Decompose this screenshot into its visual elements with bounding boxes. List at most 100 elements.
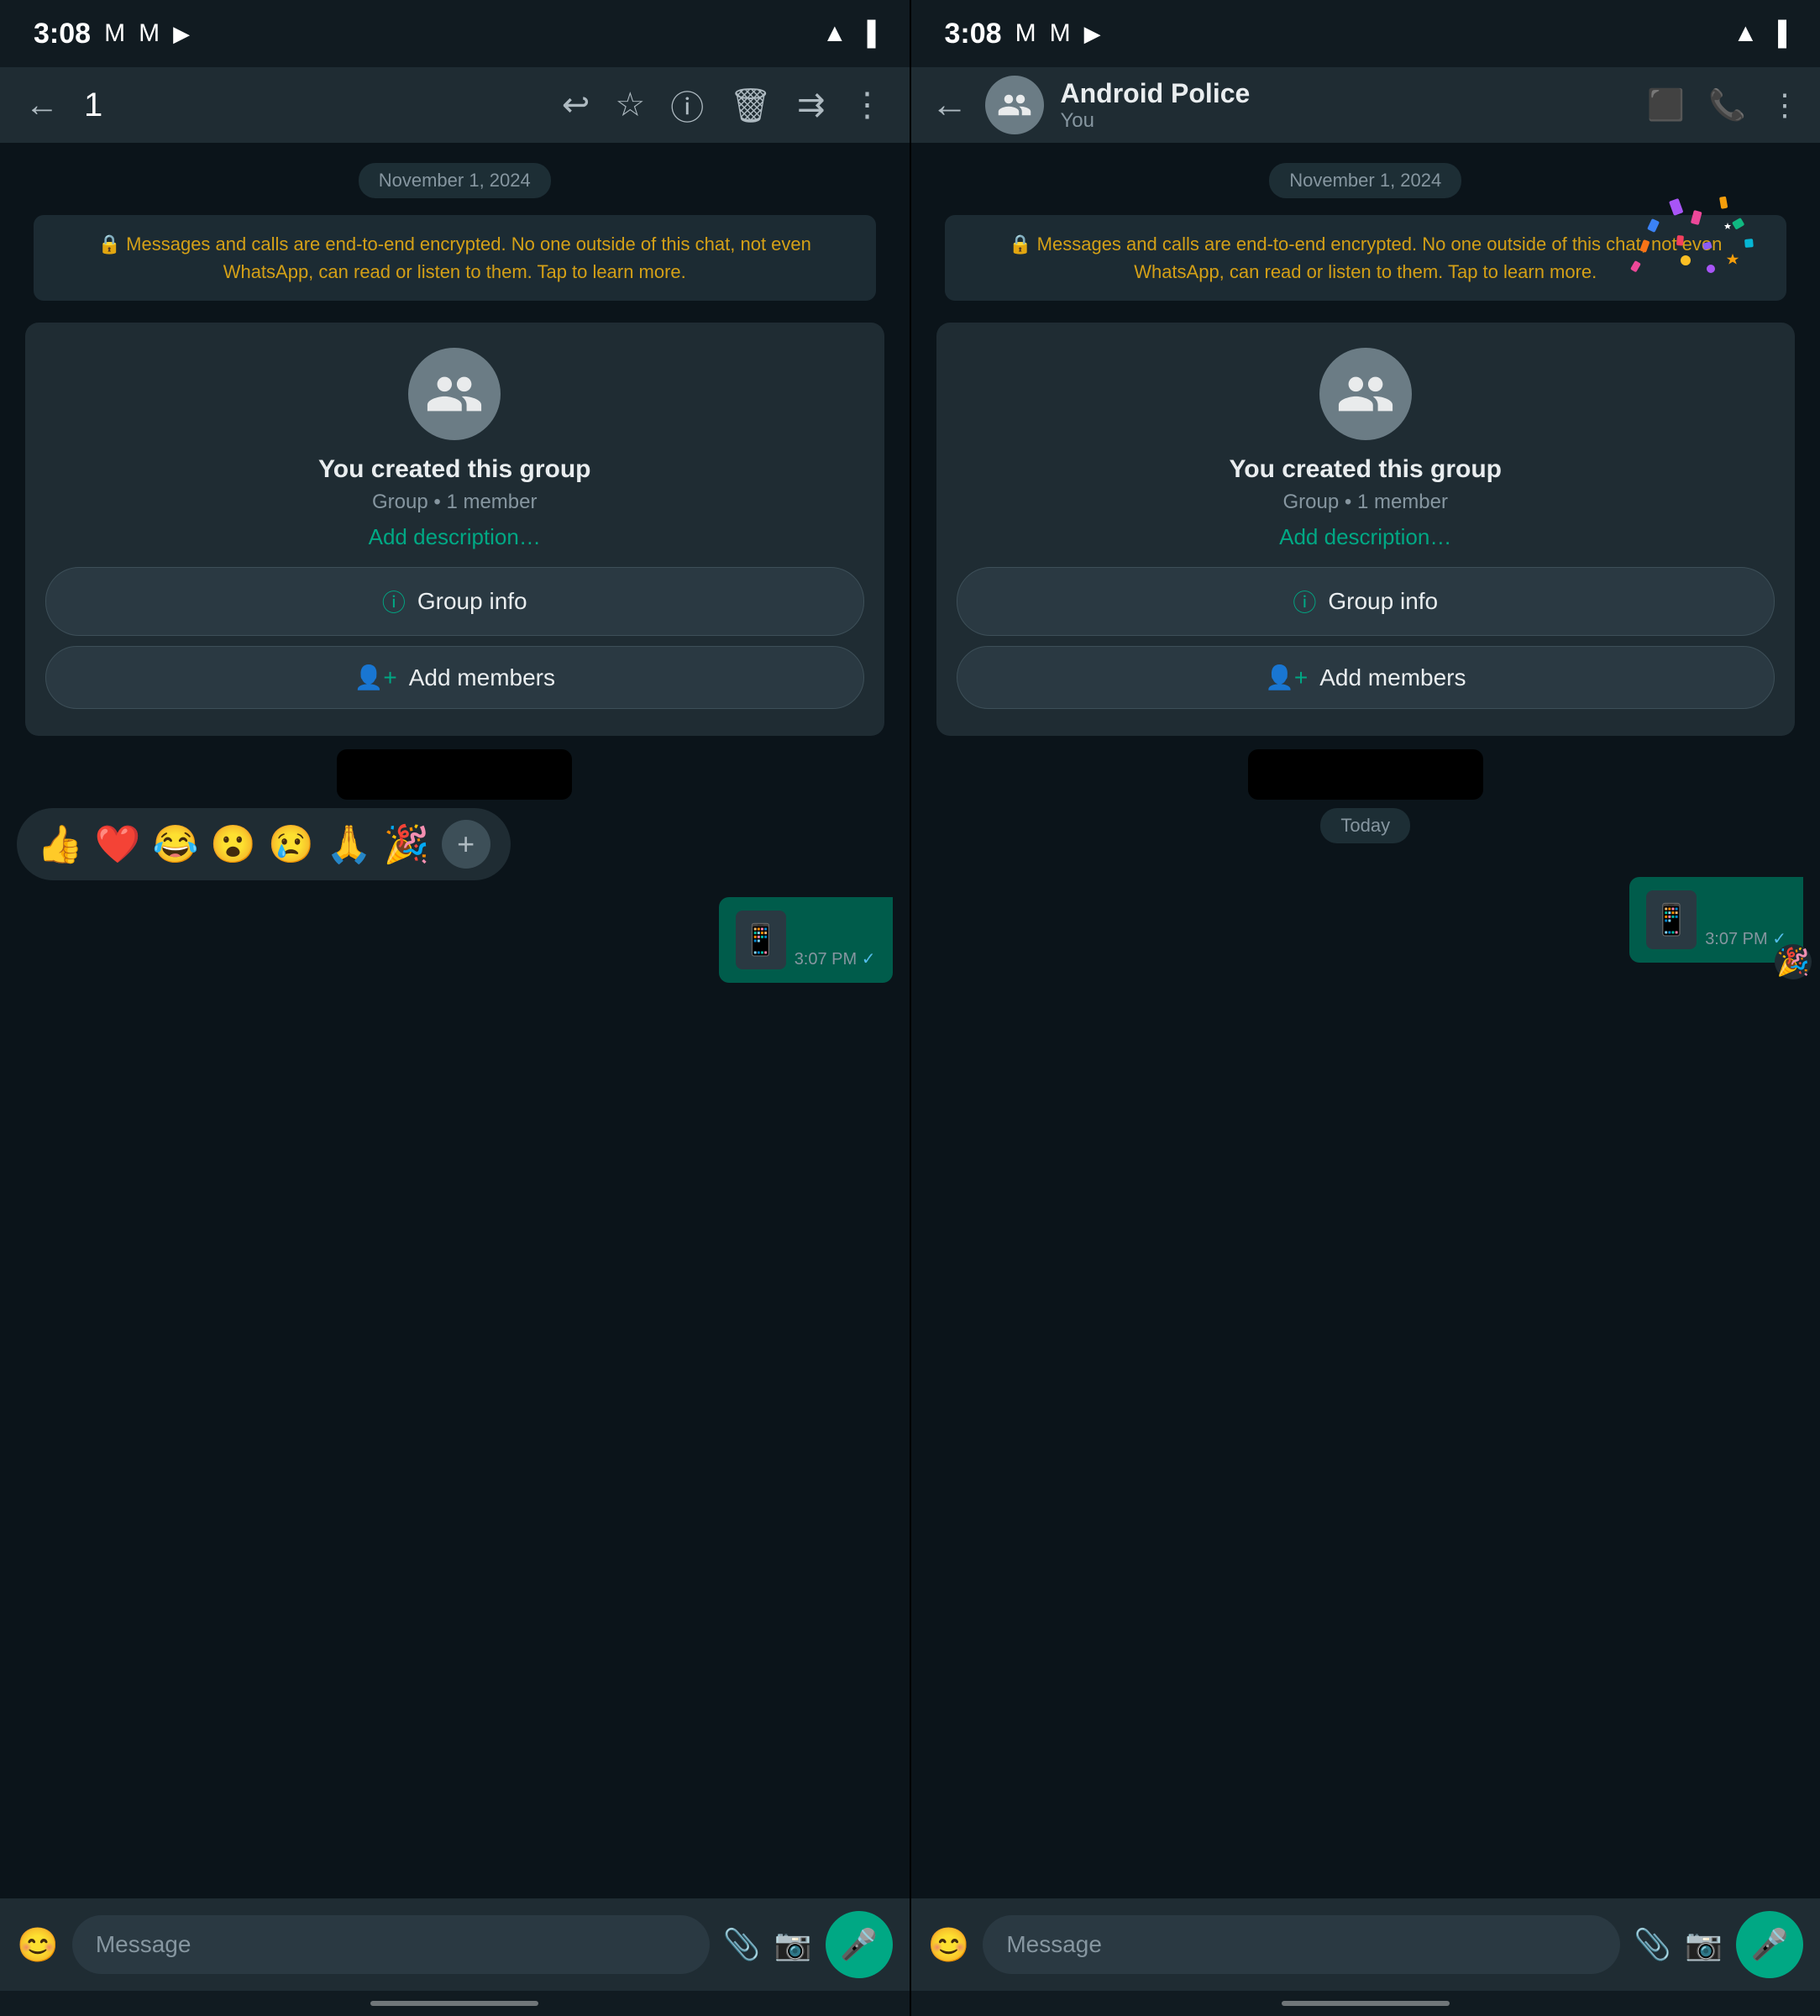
more-icon[interactable]: ⋮ — [851, 86, 884, 124]
emoji-heart[interactable]: ❤️ — [95, 822, 141, 866]
chat-info-right[interactable]: Android Police You — [1061, 78, 1631, 133]
group-avatar-left — [408, 348, 501, 440]
group-created-text-right: You created this group — [1230, 455, 1502, 484]
emoji-sad[interactable]: 😢 — [268, 822, 314, 866]
sent-message-container-left: 📱 3:07 PM ✓ — [0, 889, 910, 991]
add-members-icon-right: 👤+ — [1265, 664, 1308, 691]
message-thumbnail-right: 📱 — [1646, 890, 1697, 949]
video-call-icon[interactable]: ⬛ — [1647, 87, 1685, 123]
emoji-thumbsup[interactable]: 👍 — [37, 822, 83, 866]
group-info-icon-left: ⓘ — [382, 585, 406, 618]
group-card-left: You created this group Group • 1 member … — [25, 323, 884, 736]
mic-button-right[interactable]: 🎤 — [1736, 1911, 1803, 1978]
chat-sub-right: You — [1061, 109, 1631, 133]
add-members-button-right[interactable]: 👤+ Add members — [957, 646, 1775, 709]
delete-icon[interactable]: 🗑 — [729, 86, 772, 125]
youtube-icon-left: ▶ — [173, 21, 190, 47]
chat-background-right: November 1, 2024 🔒 Messages and calls ar… — [911, 143, 1820, 1898]
emoji-wow[interactable]: 😮 — [210, 822, 256, 866]
emoji-button-right[interactable]: 😊 — [928, 1925, 970, 1965]
sent-message-container-right: 📱 3:07 PM ✓ 🎉 — [911, 869, 1820, 971]
left-panel: 3:08 M M ▶ ▲ ▐ ← 1 ↩ ☆ ⓘ 🗑 ⇉ ⋮ November … — [0, 0, 910, 2016]
info-icon[interactable]: ⓘ — [670, 81, 704, 129]
back-button[interactable]: ← — [25, 87, 59, 124]
battery-icon-right: ▐ — [1770, 20, 1786, 47]
mail2-icon-right: M — [1050, 19, 1071, 48]
message-time-left: 3:07 PM ✓ — [795, 948, 876, 969]
emoji-pray[interactable]: 🙏 — [326, 822, 372, 866]
youtube-icon-right: ▶ — [1084, 21, 1101, 47]
group-info-icon-right: ⓘ — [1293, 585, 1316, 618]
status-time-left: 3:08 — [34, 18, 91, 50]
reply-icon[interactable]: ↩ — [562, 86, 590, 124]
redacted-message-right — [1248, 749, 1483, 800]
emoji-more-button[interactable]: + — [442, 820, 490, 869]
mic-button-left[interactable]: 🎤 — [826, 1911, 893, 1978]
message-wrapper-left — [0, 749, 910, 800]
group-info-label-left: Group info — [417, 588, 527, 615]
lock-icon-left: 🔒 — [98, 234, 121, 255]
voice-call-icon[interactable]: 📞 — [1708, 87, 1746, 123]
camera-button-right[interactable]: 📷 — [1685, 1927, 1723, 1962]
add-description-left[interactable]: Add description… — [369, 524, 541, 550]
status-bar-left: 3:08 M M ▶ ▲ ▐ — [0, 0, 910, 67]
home-bar-right — [1282, 2001, 1450, 2006]
forward-icon[interactable]: ⇉ — [797, 86, 826, 124]
chat-bar-right: ← Android Police You ⬛ 📞 ⋮ — [911, 67, 1820, 143]
group-avatar-right — [1319, 348, 1412, 440]
add-description-right[interactable]: Add description… — [1279, 524, 1451, 550]
group-info-button-right[interactable]: ⓘ Group info — [957, 567, 1775, 636]
message-wrapper-right — [911, 749, 1820, 800]
chat-bar-icons-right: ⬛ 📞 ⋮ — [1647, 87, 1800, 123]
group-card-right: You created this group Group • 1 member … — [936, 323, 1796, 736]
star-icon[interactable]: ☆ — [615, 86, 645, 124]
message-placeholder-right: Message — [1006, 1931, 1102, 1958]
camera-button-left[interactable]: 📷 — [774, 1927, 812, 1962]
emoji-reaction-bar[interactable]: 👍 ❤️ 😂 😮 😢 🙏 🎉 + — [17, 808, 511, 880]
emoji-button-left[interactable]: 😊 — [17, 1925, 59, 1965]
encrypt-notice-left[interactable]: 🔒 Messages and calls are end-to-end encr… — [34, 215, 876, 301]
status-time-right: 3:08 — [945, 18, 1002, 50]
input-bar-left: 😊 Message 📎 📷 🎤 — [0, 1898, 910, 1991]
message-input-left[interactable]: Message — [72, 1915, 710, 1974]
emoji-laugh[interactable]: 😂 — [153, 822, 199, 866]
add-members-button-left[interactable]: 👤+ Add members — [45, 646, 864, 709]
mail-icon-left: M — [104, 19, 125, 48]
chat-name-right: Android Police — [1061, 78, 1631, 109]
chat-background-left: November 1, 2024 🔒 Messages and calls ar… — [0, 143, 910, 1898]
back-button-right[interactable]: ← — [931, 84, 968, 126]
group-created-text-left: You created this group — [318, 455, 590, 484]
status-bar-right: 3:08 M M ▶ ▲ ▐ — [911, 0, 1820, 67]
more-options-icon[interactable]: ⋮ — [1770, 87, 1800, 123]
group-meta-left: Group • 1 member — [372, 491, 537, 514]
emoji-party[interactable]: 🎉 — [384, 822, 430, 866]
date-chip-right: November 1, 2024 — [1269, 163, 1461, 198]
attach-button-right[interactable]: 📎 — [1634, 1927, 1671, 1962]
check-mark-left: ✓ — [862, 950, 876, 969]
sent-bubble-right: 📱 3:07 PM ✓ 🎉 — [1629, 877, 1803, 963]
group-avatar-icon-left — [425, 365, 484, 423]
confetti-area — [1602, 193, 1770, 344]
group-meta-right: Group • 1 member — [1283, 491, 1448, 514]
message-thumbnail-left: 📱 — [736, 911, 786, 969]
today-chip-right: Today — [1320, 808, 1410, 843]
message-input-right[interactable]: Message — [983, 1915, 1620, 1974]
chat-avatar-icon-right — [997, 87, 1032, 123]
group-info-label-right: Group info — [1328, 588, 1438, 615]
mail2-icon-left: M — [139, 19, 160, 48]
redacted-message-left — [337, 749, 572, 800]
lock-icon-right: 🔒 — [1009, 234, 1031, 255]
chat-avatar-right[interactable] — [985, 76, 1044, 134]
add-members-icon-left: 👤+ — [354, 664, 396, 691]
add-members-label-left: Add members — [409, 664, 555, 691]
right-panel: 3:08 M M ▶ ▲ ▐ ← Android Police You ⬛ 📞 … — [911, 0, 1820, 2016]
action-bar: ← 1 ↩ ☆ ⓘ 🗑 ⇉ ⋮ — [0, 67, 910, 143]
battery-icon-left: ▐ — [859, 20, 876, 47]
sent-bubble-left: 📱 3:07 PM ✓ — [719, 897, 893, 983]
message-placeholder-left: Message — [96, 1931, 191, 1958]
confetti-svg — [1602, 193, 1770, 344]
wifi-icon-right: ▲ — [1733, 19, 1758, 48]
attach-button-left[interactable]: 📎 — [723, 1927, 761, 1962]
group-info-button-left[interactable]: ⓘ Group info — [45, 567, 864, 636]
add-members-label-right: Add members — [1319, 664, 1466, 691]
